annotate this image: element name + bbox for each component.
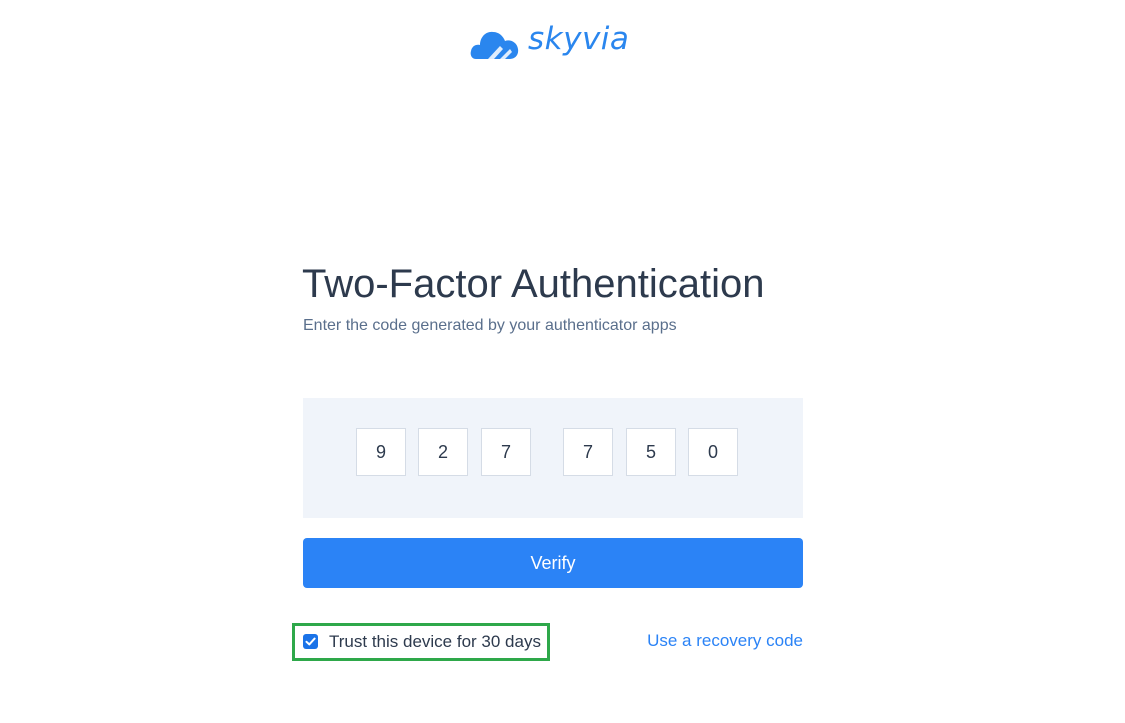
page-subtitle: Enter the code generated by your authent…	[303, 317, 677, 334]
page-title: Two-Factor Authentication	[302, 262, 765, 306]
checkmark-icon	[305, 637, 316, 645]
trust-device-label[interactable]: Trust this device for 30 days	[329, 631, 541, 653]
verify-button[interactable]: Verify	[303, 538, 803, 588]
code-digit-4[interactable]: 7	[563, 428, 613, 476]
code-digit-2[interactable]: 2	[418, 428, 468, 476]
code-digit-3[interactable]: 7	[481, 428, 531, 476]
trust-device-option[interactable]: Trust this device for 30 days	[303, 631, 541, 653]
code-digit-1[interactable]: 9	[356, 428, 406, 476]
code-digit-6[interactable]: 0	[688, 428, 738, 476]
code-entry-panel: 9 2 7 7 5 0	[303, 398, 803, 518]
trust-device-checkbox[interactable]	[303, 633, 318, 649]
brand-name: skyvia	[528, 21, 630, 57]
skyvia-logo: skyvia	[470, 18, 629, 64]
cloud-logo-icon	[470, 21, 520, 61]
recovery-code-link[interactable]: Use a recovery code	[647, 630, 803, 652]
code-digit-5[interactable]: 5	[626, 428, 676, 476]
